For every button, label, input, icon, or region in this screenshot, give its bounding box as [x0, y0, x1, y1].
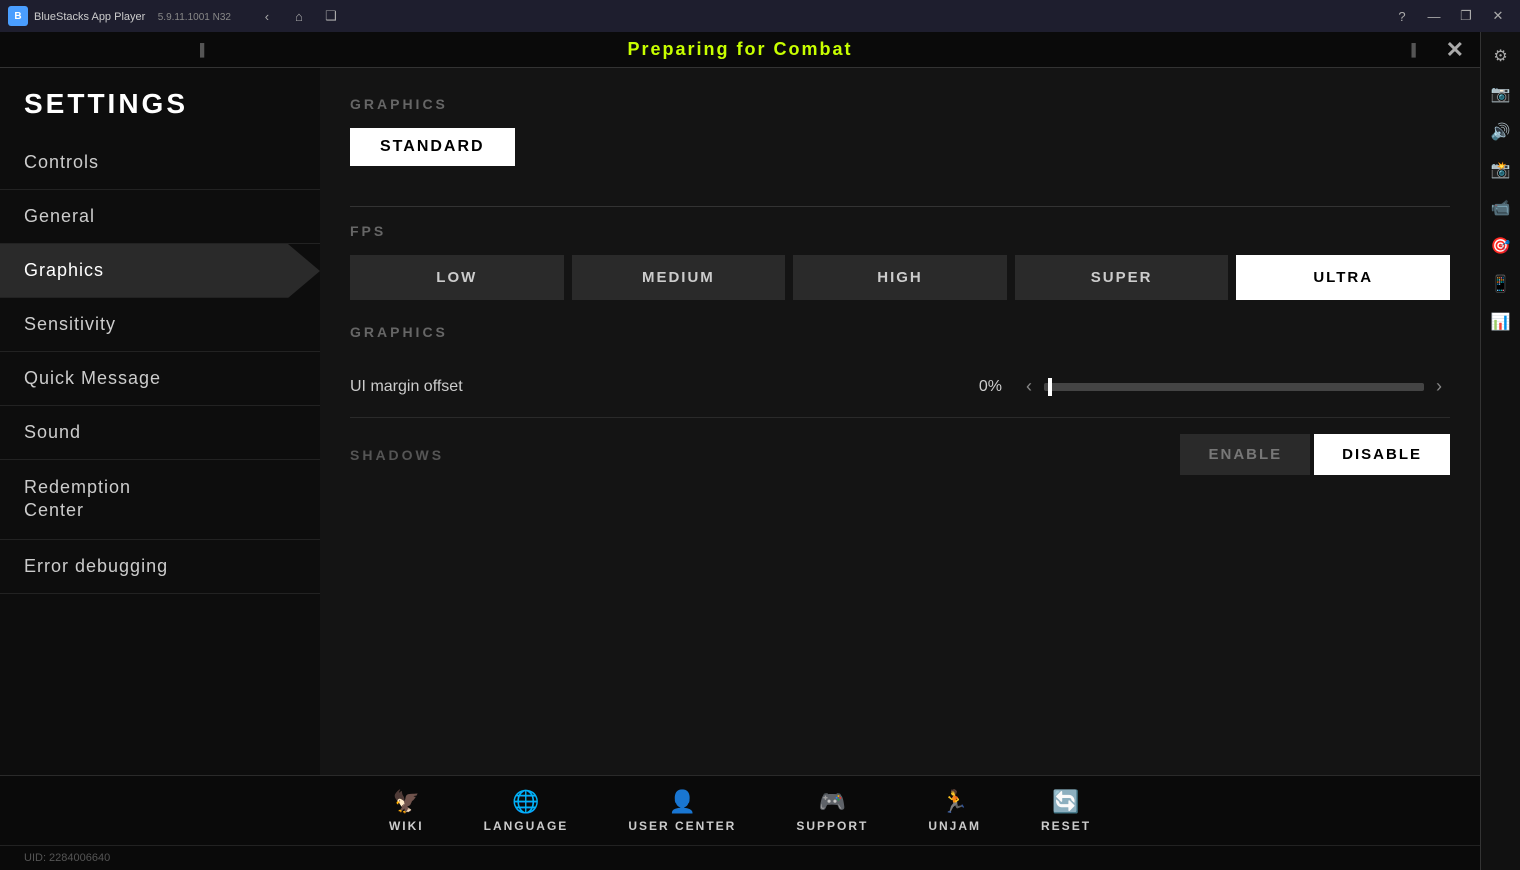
uid-bar: UID: 2284006640 [0, 845, 1480, 870]
uid-text: UID: 2284006640 [24, 852, 110, 864]
nav-item-quickmessage[interactable]: Quick Message [0, 352, 320, 406]
fps-btn-ultra[interactable]: ULTRA [1236, 255, 1450, 300]
title-bar-text-group: BlueStacks App Player 5.9.11.1001 N32 [34, 7, 231, 25]
app-version: 5.9.11.1001 N32 [158, 12, 231, 23]
slider-thumb [1048, 378, 1052, 396]
home-button[interactable]: ⌂ [285, 6, 313, 26]
bottom-item-reset[interactable]: 🔄 RESET [1011, 781, 1121, 841]
shadows-row: SHADOWS ENABLE DISABLE [350, 418, 1450, 491]
nav-item-sound[interactable]: Sound [0, 406, 320, 460]
sidebar-icon-1[interactable]: ⚙ [1485, 40, 1517, 72]
sidebar-icon-8[interactable]: 📊 [1485, 306, 1517, 338]
nav-item-sensitivity[interactable]: Sensitivity [0, 298, 320, 352]
bottom-item-support[interactable]: 🎮 SUPPORT [766, 781, 898, 841]
language-label: LANGUAGE [484, 819, 569, 833]
unjam-icon: 🏃 [941, 789, 968, 815]
game-area: ▌ Preparing for Combat ▌ ✕ SETTINGS Cont… [0, 32, 1480, 870]
settings-panel: SETTINGS Controls General Graphics Sensi… [0, 68, 1480, 775]
nav-item-redemptioncenter[interactable]: RedemptionCenter [0, 460, 320, 540]
nav-item-errordebugging[interactable]: Error debugging [0, 540, 320, 594]
settings-title: SETTINGS [0, 68, 320, 136]
graphics-section2: GRAPHICS UI margin offset 0% ‹ › [350, 324, 1450, 491]
dots-left: ▌ [200, 43, 209, 57]
nav-item-controls[interactable]: Controls [0, 136, 320, 190]
right-sidebar: ⚙ 📷 🔊 📸 📹 🎯 📱 📊 [1480, 32, 1520, 870]
fps-btn-low[interactable]: LOW [350, 255, 564, 300]
settings-nav: SETTINGS Controls General Graphics Sensi… [0, 68, 320, 775]
sidebar-icon-7[interactable]: 📱 [1485, 268, 1517, 300]
maximize-button[interactable]: ❐ [1452, 6, 1480, 26]
divider-1 [350, 206, 1450, 207]
quality-button[interactable]: STANDARD [350, 128, 515, 166]
sidebar-icon-5[interactable]: 📹 [1485, 192, 1517, 224]
ui-margin-row: UI margin offset 0% ‹ › [350, 356, 1450, 418]
fps-label: FPS [350, 223, 1450, 239]
app-name: BlueStacks App Player [34, 11, 145, 23]
reset-label: RESET [1041, 819, 1091, 833]
bottom-item-wiki[interactable]: 🦅 WIKI [359, 781, 454, 841]
minimize-button[interactable]: — [1420, 6, 1448, 26]
app-logo: B [8, 6, 28, 26]
slider-left-arrow[interactable]: ‹ [1018, 372, 1040, 401]
bottom-item-language[interactable]: 🌐 LANGUAGE [454, 781, 599, 841]
slider-container: ‹ › [1018, 372, 1450, 401]
graphics-section1-label: GRAPHICS [350, 96, 1450, 112]
fps-btn-high[interactable]: HIGH [793, 255, 1007, 300]
fps-buttons-group: LOW MEDIUM HIGH SUPER ULTRA [350, 255, 1450, 300]
main-content: ▌ Preparing for Combat ▌ ✕ SETTINGS Cont… [0, 32, 1520, 870]
help-button[interactable]: ? [1388, 6, 1416, 26]
game-title: Preparing for Combat [627, 39, 852, 60]
nav-buttons: ‹ ⌂ ❑ [253, 6, 345, 26]
bottom-item-unjam[interactable]: 🏃 UNJAM [898, 781, 1011, 841]
language-icon: 🌐 [512, 789, 539, 815]
wiki-label: WIKI [389, 819, 424, 833]
unjam-label: UNJAM [928, 819, 981, 833]
window-controls: ? — ❐ ✕ [1388, 6, 1512, 26]
fps-btn-medium[interactable]: MEDIUM [572, 255, 786, 300]
nav-item-graphics[interactable]: Graphics [0, 244, 320, 298]
title-bar: B BlueStacks App Player 5.9.11.1001 N32 … [0, 0, 1520, 32]
disable-button[interactable]: DISABLE [1314, 434, 1450, 475]
settings-content: GRAPHICS STANDARD FPS LOW MEDIUM HIGH SU… [320, 68, 1480, 775]
clone-button[interactable]: ❑ [317, 6, 345, 26]
support-icon: 🎮 [819, 789, 846, 815]
usercenter-icon: 👤 [669, 789, 696, 815]
nav-item-general[interactable]: General [0, 190, 320, 244]
fps-btn-super[interactable]: SUPER [1015, 255, 1229, 300]
sidebar-icon-3[interactable]: 🔊 [1485, 116, 1517, 148]
slider-right-arrow[interactable]: › [1428, 372, 1450, 401]
graphics-section2-label: GRAPHICS [350, 324, 1450, 340]
game-close-btn[interactable]: ✕ [1446, 37, 1464, 63]
ui-margin-value: 0% [952, 378, 1002, 396]
sidebar-icon-6[interactable]: 🎯 [1485, 230, 1517, 262]
slider-track[interactable] [1044, 383, 1424, 391]
ui-margin-label: UI margin offset [350, 378, 952, 396]
title-bar-left: B BlueStacks App Player 5.9.11.1001 N32 … [8, 6, 357, 26]
back-button[interactable]: ‹ [253, 6, 281, 26]
sidebar-icon-4[interactable]: 📸 [1485, 154, 1517, 186]
sidebar-icon-2[interactable]: 📷 [1485, 78, 1517, 110]
close-button[interactable]: ✕ [1484, 6, 1512, 26]
wiki-icon: 🦅 [393, 789, 420, 815]
bottom-bar: 🦅 WIKI 🌐 LANGUAGE 👤 USER CENTER 🎮 SUPPOR… [0, 775, 1480, 845]
nav-items-list: Controls General Graphics Sensitivity Qu… [0, 136, 320, 775]
usercenter-label: USER CENTER [628, 819, 736, 833]
enable-button[interactable]: ENABLE [1180, 434, 1310, 475]
shadows-label: SHADOWS [350, 447, 1180, 463]
support-label: SUPPORT [796, 819, 868, 833]
game-top-bar: ▌ Preparing for Combat ▌ ✕ [0, 32, 1480, 68]
bottom-item-usercenter[interactable]: 👤 USER CENTER [598, 781, 766, 841]
dots-right: ▌ [1411, 43, 1420, 57]
reset-icon: 🔄 [1052, 789, 1079, 815]
